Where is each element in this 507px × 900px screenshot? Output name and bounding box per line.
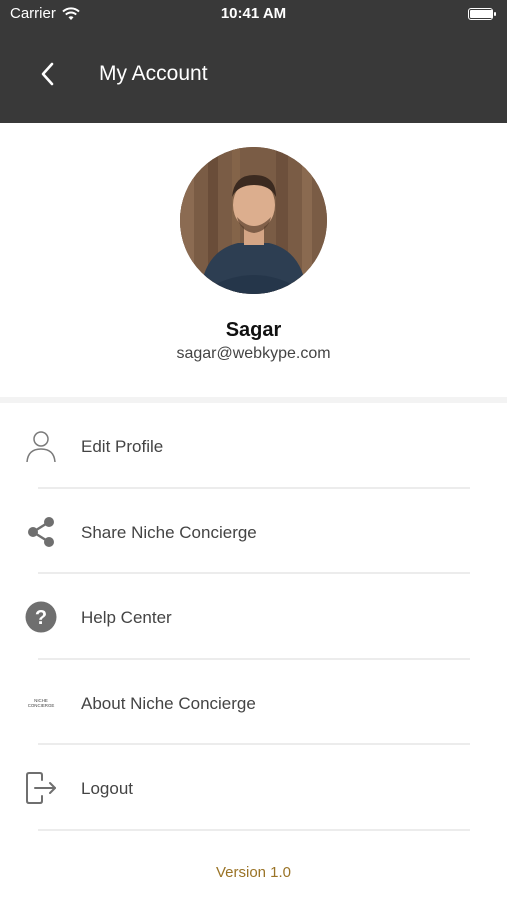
profile-section: Sagar sagar@webkype.com (0, 123, 507, 399)
svg-text:?: ? (35, 607, 47, 629)
menu-item-about[interactable]: NICHE CONCIERGE About Niche Concierge (0, 660, 507, 745)
avatar-photo (180, 147, 327, 294)
app-version: Version 1.0 (215, 864, 292, 881)
menu-item-label: About Niche Concierge (81, 693, 256, 713)
chevron-left-icon (41, 62, 54, 86)
user-icon (22, 429, 60, 463)
menu-item-label: Help Center (81, 608, 172, 627)
svg-text:CONCIERGE: CONCIERGE (28, 703, 55, 708)
account-menu: Edit Profile Share Niche Concierge ? Hel… (0, 403, 507, 831)
menu-item-label: Logout (81, 779, 133, 798)
help-icon: ? (22, 600, 60, 634)
menu-item-share[interactable]: Share Niche Concierge (0, 489, 507, 574)
menu-item-logout[interactable]: Logout (0, 745, 507, 831)
menu-item-label: Edit Profile (81, 437, 164, 456)
brand-logo-icon: NICHE CONCIERGE (22, 686, 60, 720)
profile-email: sagar@webkype.com (176, 345, 331, 362)
battery-icon (468, 8, 496, 20)
status-time: 10:41 AM (220, 5, 287, 22)
menu-item-edit-profile[interactable]: Edit Profile (0, 403, 507, 489)
status-bar: Carrier 10:41 AM (0, 0, 507, 28)
menu-item-help-center[interactable]: ? Help Center (0, 574, 507, 660)
menu-item-label: Share Niche Concierge (81, 522, 257, 542)
nav-bar: My Account (0, 40, 507, 110)
share-icon (22, 515, 60, 549)
back-button[interactable] (30, 56, 66, 92)
menu-divider (38, 828, 470, 831)
page-title: My Account (99, 62, 208, 85)
profile-name: Sagar (225, 319, 282, 341)
app-header: Carrier 10:41 AM My Account (0, 0, 507, 123)
avatar[interactable] (180, 147, 327, 294)
logout-icon (22, 771, 60, 805)
